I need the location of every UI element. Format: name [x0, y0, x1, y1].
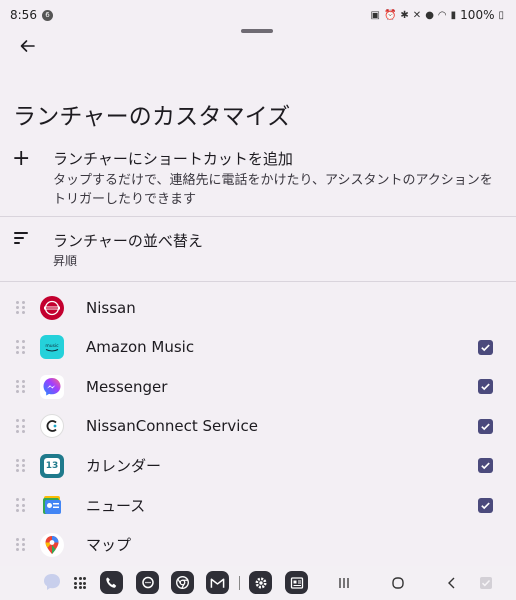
list-item[interactable]: 13 カレンダー — [0, 446, 516, 486]
list-item[interactable]: マップ — [0, 525, 516, 565]
app-name: Nissan — [86, 298, 136, 317]
back-nav-button[interactable] — [440, 572, 464, 594]
list-item[interactable]: music Amazon Music — [0, 328, 516, 368]
sort-order-value: 昇順 — [53, 254, 78, 268]
news-icon — [40, 493, 64, 517]
list-item[interactable]: ニュース — [0, 486, 516, 526]
phone-icon[interactable] — [100, 571, 123, 594]
app-drawer-icon[interactable] — [74, 577, 86, 589]
settings-icon[interactable] — [249, 571, 272, 594]
dock-separator — [239, 576, 240, 590]
list-item[interactable]: Nissan — [0, 288, 516, 328]
notification-count-badge: 6 — [41, 9, 53, 21]
list-item[interactable]: NissanConnect Service — [0, 407, 516, 447]
enable-checkbox[interactable] — [478, 418, 493, 434]
divider — [0, 216, 516, 217]
drag-handle-icon[interactable] — [16, 498, 26, 512]
add-shortcut-title: ランチャーにショートカットを追加 — [53, 150, 293, 168]
battery-percent: 100% — [460, 8, 495, 22]
app-name: ニュース — [86, 496, 146, 515]
news-app-icon[interactable] — [285, 571, 308, 594]
status-time: 8:56 — [10, 8, 37, 22]
sort-launcher-item[interactable]: ランチャーの並べ替え 昇順 — [0, 228, 516, 272]
app-name: マップ — [86, 536, 132, 555]
drag-handle-icon[interactable] — [16, 379, 26, 394]
enable-checkbox[interactable] — [478, 379, 493, 395]
calendar-icon: 13 — [40, 453, 64, 478]
signal-icon: ▮ — [450, 9, 457, 21]
enable-checkbox[interactable] — [478, 497, 493, 513]
taskbar — [0, 566, 516, 600]
drag-handle-icon[interactable] — [16, 300, 26, 315]
enable-checkbox[interactable] — [478, 458, 493, 474]
wifi-icon: ◠ — [437, 9, 447, 21]
nissan-icon — [40, 295, 64, 320]
app-name: NissanConnect Service — [86, 417, 258, 436]
launcher-app-list: Nissan music Amazon Music Messenger Niss… — [0, 288, 516, 565]
back-button[interactable] — [12, 34, 42, 58]
messenger-icon — [40, 374, 64, 399]
battery-icon: ▯ — [498, 9, 504, 21]
recents-button[interactable] — [332, 572, 356, 594]
sort-title: ランチャーの並べ替え — [53, 232, 203, 250]
svg-text:music: music — [45, 343, 59, 349]
divider — [0, 281, 516, 282]
app-name: Messenger — [86, 377, 168, 396]
battery-saver-icon: ▣ — [370, 9, 380, 21]
maps-icon — [40, 532, 64, 557]
drag-handle-icon[interactable] — [16, 537, 26, 552]
location-icon: ● — [425, 9, 434, 21]
enable-checkbox[interactable] — [478, 339, 493, 355]
chat-icon — [42, 572, 62, 592]
add-shortcut-description: タップするだけで、連絡先に電話をかけたり、アシスタントのアクションをトリガーした… — [53, 173, 493, 207]
app-name: カレンダー — [86, 457, 162, 476]
plus-icon: + — [12, 146, 31, 171]
app-name: Amazon Music — [86, 338, 195, 357]
alarm-icon: ⏰ — [383, 9, 397, 21]
amazon-music-icon: music — [40, 335, 64, 360]
drag-handle-icon[interactable] — [16, 340, 26, 354]
page-title: ランチャーのカスタマイズ — [13, 104, 291, 130]
drag-handle-icon[interactable] — [16, 419, 26, 433]
keyboard-toggle-button[interactable] — [474, 572, 498, 594]
list-item[interactable]: Messenger — [0, 367, 516, 407]
chrome-icon[interactable] — [171, 571, 194, 594]
back-arrow-icon — [20, 40, 35, 52]
mute-icon: ✕ — [412, 9, 422, 21]
sort-icon — [14, 232, 30, 247]
add-shortcut-item[interactable]: + ランチャーにショートカットを追加 タップするだけで、連絡先に電話をかけたり、… — [0, 146, 516, 212]
messages-icon[interactable] — [136, 571, 159, 594]
nissanconnect-icon — [40, 414, 64, 439]
calendar-date: 13 — [44, 457, 60, 474]
home-button[interactable] — [386, 572, 410, 594]
bluetooth-icon: ✱ — [400, 9, 409, 21]
drag-handle-icon[interactable] — [16, 458, 26, 473]
gmail-icon[interactable] — [206, 571, 229, 594]
status-bar: 8:56 6 ▣ ⏰ ✱ ✕ ● ◠ ▮ 100% ▯ — [0, 0, 516, 30]
sheet-drag-handle[interactable] — [241, 29, 273, 33]
